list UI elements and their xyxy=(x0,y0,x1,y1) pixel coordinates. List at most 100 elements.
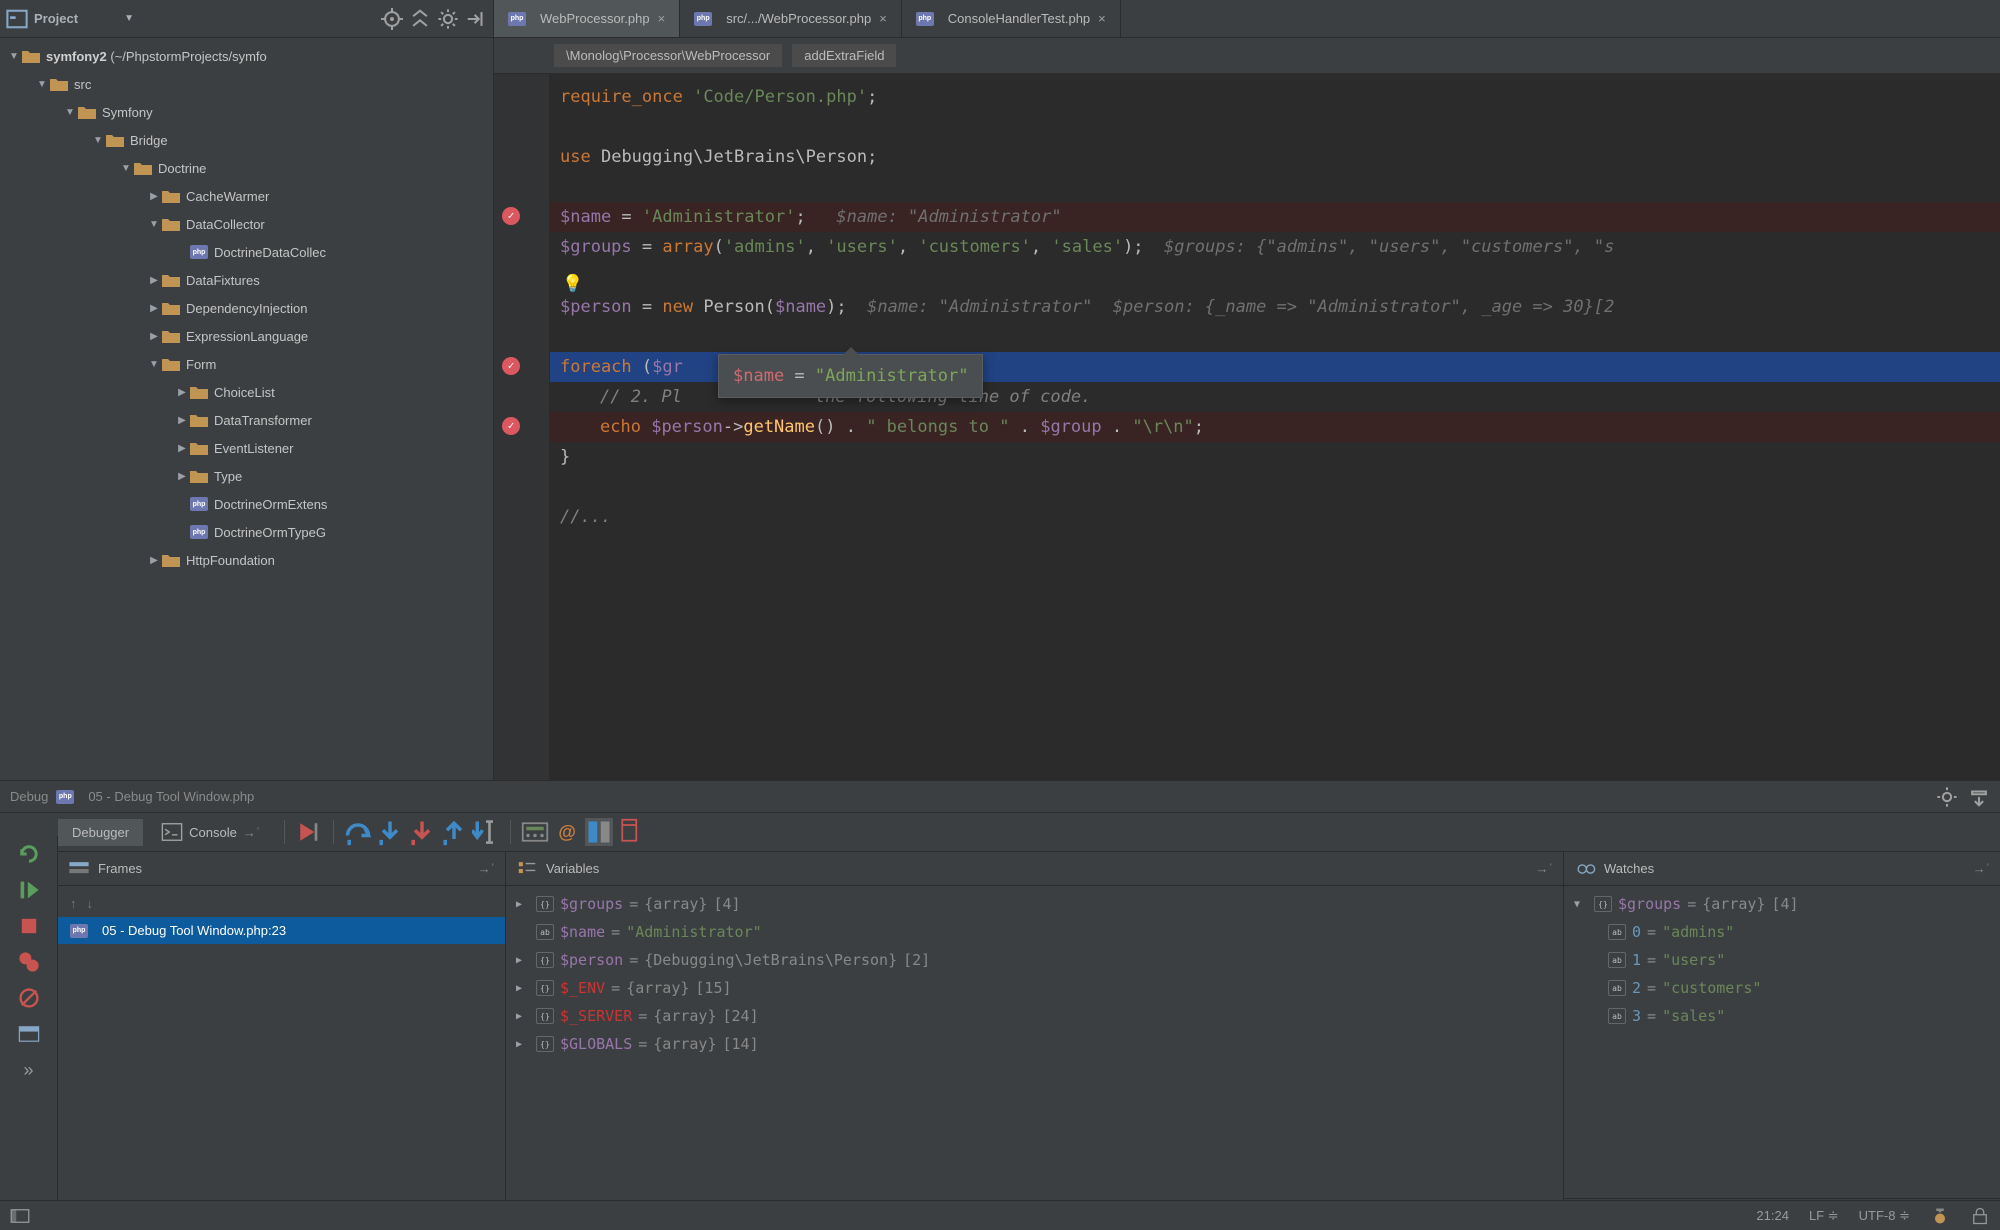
watch-item[interactable]: ab2 = "customers" xyxy=(1564,974,2000,1002)
evaluate-expression-icon[interactable] xyxy=(521,818,549,846)
breakpoint-icon[interactable] xyxy=(502,207,520,225)
expand-arrow-icon[interactable] xyxy=(146,555,162,566)
tree-item[interactable]: Doctrine xyxy=(0,154,493,182)
expand-arrow-icon[interactable] xyxy=(146,191,162,202)
force-step-into-icon[interactable] xyxy=(408,818,436,846)
frame-row[interactable]: php 05 - Debug Tool Window.php:23 xyxy=(58,917,505,944)
code-line[interactable]: } xyxy=(550,442,2000,472)
show-execution-point-icon[interactable] xyxy=(295,818,323,846)
frame-up-icon[interactable]: ↑ xyxy=(70,896,77,911)
code-line[interactable]: require_once 'Code/Person.php'; xyxy=(550,82,2000,112)
more-icon[interactable]: » xyxy=(17,1058,41,1082)
expand-arrow-icon[interactable] xyxy=(174,415,190,426)
breadcrumb-item[interactable]: addExtraField xyxy=(792,44,896,67)
tree-item[interactable]: HttpFoundation xyxy=(0,546,493,574)
expand-arrow-icon[interactable] xyxy=(174,443,190,454)
expand-arrow-icon[interactable] xyxy=(146,303,162,314)
expand-arrow-icon[interactable] xyxy=(516,899,530,910)
tree-item[interactable]: phpDoctrineDataCollec xyxy=(0,238,493,266)
watch-item[interactable]: ab1 = "users" xyxy=(1564,946,2000,974)
code-line[interactable] xyxy=(550,262,2000,292)
expand-arrow-icon[interactable] xyxy=(516,1011,530,1022)
code-line[interactable]: $groups = array('admins', 'users', 'cust… xyxy=(550,232,2000,262)
line-separator[interactable]: LF ≑ xyxy=(1809,1208,1839,1224)
code-line[interactable] xyxy=(550,322,2000,352)
tree-item[interactable]: DataFixtures xyxy=(0,266,493,294)
code-line[interactable]: $person = new Person($name); $name: "Adm… xyxy=(550,292,2000,322)
code-line[interactable]: echo $person->getName() . " belongs to "… xyxy=(550,412,2000,442)
tree-root[interactable]: symfony2 (~/PhpstormProjects/symfo xyxy=(0,42,493,70)
expand-arrow-icon[interactable] xyxy=(146,275,162,286)
locate-icon[interactable] xyxy=(381,8,403,30)
variable-row[interactable]: {}$person = {Debugging\JetBrains\Person}… xyxy=(506,946,1563,974)
watch-row[interactable]: {} $groups = {array} [4] xyxy=(1564,890,2000,918)
tree-item[interactable]: DependencyInjection xyxy=(0,294,493,322)
hide-icon[interactable] xyxy=(465,8,487,30)
breakpoint-icon[interactable] xyxy=(502,417,520,435)
close-icon[interactable]: × xyxy=(879,11,887,26)
expand-arrow-icon[interactable] xyxy=(34,79,50,90)
gear-icon[interactable] xyxy=(1936,786,1958,808)
variable-row[interactable]: {}$_SERVER = {array} [24] xyxy=(506,1002,1563,1030)
expand-arrow-icon[interactable] xyxy=(146,359,162,370)
project-tree[interactable]: symfony2 (~/PhpstormProjects/symfo srcSy… xyxy=(0,38,493,780)
code-line[interactable] xyxy=(550,172,2000,202)
lock-icon[interactable] xyxy=(1970,1206,1990,1226)
tree-item[interactable]: ChoiceList xyxy=(0,378,493,406)
expand-arrow-icon[interactable] xyxy=(174,387,190,398)
expand-arrow-icon[interactable] xyxy=(516,1039,530,1050)
variable-row[interactable]: {}$groups = {array} [4] xyxy=(506,890,1563,918)
layout-icon[interactable] xyxy=(17,1022,41,1046)
code-line[interactable]: use Debugging\JetBrains\Person; xyxy=(550,142,2000,172)
tree-item[interactable]: Form xyxy=(0,350,493,378)
variable-row[interactable]: ab$name = "Administrator" xyxy=(506,918,1563,946)
tree-item[interactable]: CacheWarmer xyxy=(0,182,493,210)
variable-row[interactable]: {}$_ENV = {array} [15] xyxy=(506,974,1563,1002)
expand-arrow-icon[interactable] xyxy=(516,983,530,994)
expand-arrow-icon[interactable] xyxy=(6,51,22,62)
editor-tab[interactable]: phpsrc/.../WebProcessor.php× xyxy=(680,0,902,37)
tree-item[interactable]: src xyxy=(0,70,493,98)
at-icon[interactable]: @ xyxy=(553,818,581,846)
code-line[interactable] xyxy=(550,472,2000,502)
editor-tab[interactable]: phpConsoleHandlerTest.php× xyxy=(902,0,1121,37)
tool-windows-icon[interactable] xyxy=(10,1206,30,1226)
rerun-icon[interactable] xyxy=(17,842,41,866)
step-over-icon[interactable] xyxy=(344,818,372,846)
expand-arrow-icon[interactable] xyxy=(90,135,106,146)
expand-arrow-icon[interactable] xyxy=(174,471,190,482)
expand-arrow-icon[interactable] xyxy=(118,163,134,174)
settings-icon[interactable] xyxy=(585,818,613,846)
caret-position[interactable]: 21:24 xyxy=(1756,1208,1789,1223)
breadcrumb-item[interactable]: \Monolog\Processor\WebProcessor xyxy=(554,44,782,67)
breakpoint-icon[interactable] xyxy=(502,357,520,375)
close-icon[interactable]: × xyxy=(658,11,666,26)
stop-icon[interactable] xyxy=(17,914,41,938)
tree-item[interactable]: Bridge xyxy=(0,126,493,154)
code-line[interactable]: $name = 'Administrator'; $name: "Adminis… xyxy=(550,202,2000,232)
tree-item[interactable]: phpDoctrineOrmTypeG xyxy=(0,518,493,546)
tree-item[interactable]: DataCollector xyxy=(0,210,493,238)
code-line[interactable]: //... xyxy=(550,502,2000,532)
frame-down-icon[interactable]: ↓ xyxy=(87,896,94,911)
variable-row[interactable]: {}$GLOBALS = {array} [14] xyxy=(506,1030,1563,1058)
run-to-cursor-icon[interactable] xyxy=(472,818,500,846)
tree-item[interactable]: EventListener xyxy=(0,434,493,462)
resume-icon[interactable] xyxy=(17,878,41,902)
file-encoding[interactable]: UTF-8 ≑ xyxy=(1859,1208,1910,1224)
debugger-tab[interactable]: Debugger xyxy=(58,819,143,846)
expand-arrow-icon[interactable] xyxy=(146,219,162,230)
editor-tab[interactable]: phpWebProcessor.php× xyxy=(494,0,680,37)
expand-arrow-icon[interactable] xyxy=(1574,899,1588,910)
hide-panel-icon[interactable] xyxy=(1968,786,1990,808)
expand-arrow-icon[interactable] xyxy=(146,331,162,342)
gutter[interactable] xyxy=(494,74,550,780)
step-into-icon[interactable] xyxy=(376,818,404,846)
code-editor[interactable]: 💡 require_once 'Code/Person.php'; use De… xyxy=(494,74,2000,780)
collapse-all-icon[interactable] xyxy=(409,8,431,30)
close-icon[interactable]: × xyxy=(1098,11,1106,26)
tree-item[interactable]: Symfony xyxy=(0,98,493,126)
mute-breakpoints-icon[interactable] xyxy=(17,986,41,1010)
watch-item[interactable]: ab0 = "admins" xyxy=(1564,918,2000,946)
code-line[interactable] xyxy=(550,112,2000,142)
